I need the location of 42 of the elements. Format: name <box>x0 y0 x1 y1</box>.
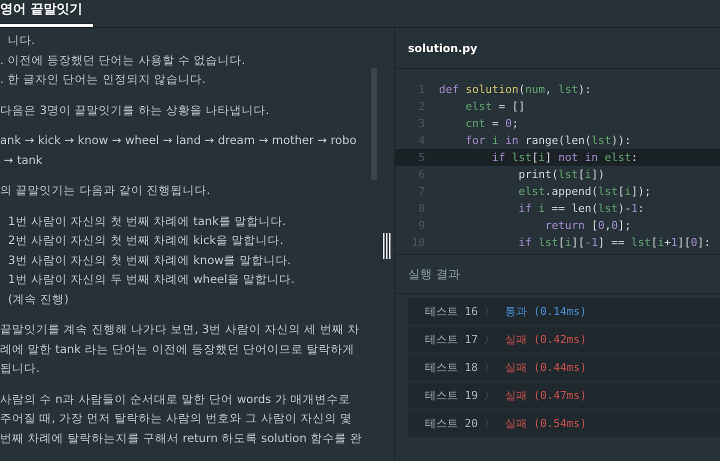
example-step: (계속 진행) <box>0 290 368 309</box>
description-text: 니다. <box>6 32 36 49</box>
code-line[interactable]: def solution(num, lst): <box>439 81 592 98</box>
description-text: → tank <box>2 152 44 168</box>
example-step: 2번 사람이 자신의 첫 번째 차례에 kick을 말합니다. <box>0 231 368 250</box>
description-text: 됩니다. <box>0 360 41 377</box>
description-text: 주어질 때, 가장 먼저 탈락하는 사람의 번호와 그 사람이 자신의 몇 <box>0 410 354 427</box>
problem-tab[interactable]: 영어 끝말잇기 <box>0 0 93 27</box>
description-text: 다음은 3명이 끝말잇기를 하는 상황을 나타냅니다. <box>0 102 270 118</box>
description-text: 례에 말한 tank 라는 단어는 이전에 등장했던 단어이므로 탈락하게 <box>0 340 356 358</box>
code-line[interactable]: elst = [] <box>439 98 526 115</box>
code-line[interactable]: if i == len(lst)-1: <box>439 200 644 217</box>
description-text: . 한 글자인 단어는 인정되지 않습니다. <box>0 71 207 88</box>
test-name: 테스트 19 <box>425 388 478 403</box>
test-name: 테스트 16 <box>425 304 478 319</box>
resize-handle-icon[interactable] <box>383 233 391 259</box>
results-title: 실행 결과 <box>408 266 460 282</box>
test-name: 테스트 18 <box>425 360 478 375</box>
code-line[interactable]: for i in range(len(lst)): <box>439 132 632 149</box>
description-text: . 이전에 등장했던 단어는 사용할 수 없습니다. <box>0 52 246 68</box>
code-line[interactable]: print(lst[i]) <box>439 166 605 183</box>
description-text: 사람의 수 n과 사람들이 순서대로 말한 단어 words 가 매개변수로 <box>0 390 352 408</box>
description-text: 번째 차례에 탈락하는지를 구해서 return 하도록 solution 함수를 완 <box>0 430 363 446</box>
example-step: 3번 사람이 자신의 첫 번째 차례에 know를 말합니다. <box>0 250 368 270</box>
code-line[interactable]: if lst[i] not in elst: <box>439 149 638 166</box>
test-result: 실패 (0.44ms) <box>504 360 586 375</box>
code-line[interactable]: if lst[i][-1] == lst[i+1][0]: <box>439 234 711 251</box>
code-line[interactable]: return [0,0]; <box>439 217 632 234</box>
test-result: 실패 (0.42ms) <box>504 332 586 347</box>
file-name: solution.py <box>408 42 478 54</box>
description-text: 끝말잇기를 계속 진행해 나가다 보면, 3번 사람이 자신의 세 번째 차 <box>0 321 361 338</box>
description-text: 의 끝말잇기는 다음과 같이 진행됩니다. <box>0 182 212 199</box>
test-result: 통과 (0.14ms) <box>504 304 586 319</box>
code-line[interactable]: elst.append(lst[i]); <box>439 183 651 200</box>
test-result: 실패 (0.54ms) <box>504 416 586 431</box>
test-name: 테스트 20 <box>425 416 478 431</box>
example-step: 1번 사람이 자신의 첫 번째 차례에 tank를 말합니다. <box>0 212 368 231</box>
code-line[interactable]: cnt = 0; <box>439 115 518 132</box>
example-step: 1번 사람이 자신의 두 번째 차례에 wheel을 말합니다. <box>0 270 368 290</box>
test-result: 실패 (0.47ms) <box>504 388 586 403</box>
test-name: 테스트 17 <box>425 332 478 347</box>
description-text: ank → kick → know → wheel → land → dream → mother → robo <box>0 132 358 149</box>
